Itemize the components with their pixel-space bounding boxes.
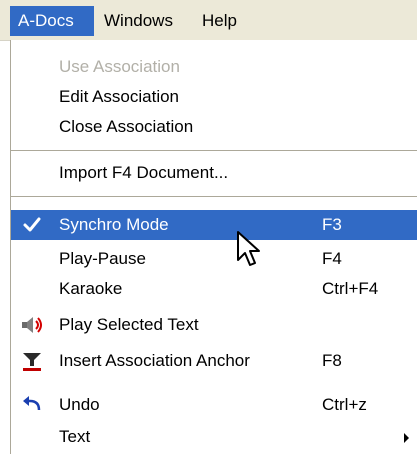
menu-item-insert-association-anchor[interactable]: Insert Association Anchor F8 — [11, 346, 417, 376]
menu-item-play-pause[interactable]: Play-Pause F4 — [11, 244, 417, 274]
menu-a-docs[interactable]: A-Docs — [10, 6, 94, 36]
menu-item-label: Play Selected Text — [59, 315, 199, 334]
menu-item-shortcut: F8 — [322, 351, 342, 370]
menu-item-label: Edit Association — [59, 87, 180, 106]
menu-help[interactable]: Help — [194, 6, 250, 36]
menu-item-label: Close Association — [59, 117, 194, 136]
menu-bar: A-Docs Windows Help — [0, 0, 417, 41]
menu-item-label: Use Association — [59, 57, 180, 76]
menu-item-import-f4-document[interactable]: Import F4 Document... — [11, 158, 417, 188]
menu-item-shortcut: Ctrl+z — [322, 395, 367, 414]
menu-item-label: Play-Pause — [59, 249, 146, 268]
menu-windows[interactable]: Windows — [96, 6, 184, 36]
menu-item-label: Insert Association Anchor — [59, 351, 250, 370]
menu-item-label: Synchro Mode — [59, 215, 169, 234]
mouse-pointer-icon — [237, 231, 260, 266]
menu-item-close-association[interactable]: Close Association — [11, 112, 417, 142]
menu-item-synchro-mode[interactable]: Synchro Mode F3 — [11, 210, 417, 240]
speaker-icon — [22, 317, 42, 333]
menu-item-shortcut: Ctrl+F4 — [322, 279, 379, 298]
menu-item-shortcut: F3 — [322, 215, 342, 234]
menu-item-edit-association[interactable]: Edit Association — [11, 82, 417, 112]
menu-item-text[interactable]: Text — [11, 422, 417, 452]
submenu-arrow-icon — [404, 433, 409, 443]
menu-item-play-selected-text[interactable]: Play Selected Text — [11, 310, 417, 340]
a-docs-dropdown-menu: Use Association Edit Association Close A… — [10, 40, 417, 454]
menu-item-label: Undo — [59, 395, 100, 414]
undo-icon — [23, 396, 41, 411]
menu-separator — [11, 196, 417, 197]
menu-item-karaoke[interactable]: Karaoke Ctrl+F4 — [11, 274, 417, 304]
menu-item-label: Karaoke — [59, 279, 123, 298]
menu-item-shortcut: F4 — [322, 249, 342, 268]
anchor-icon — [23, 353, 41, 371]
menu-item-label: Import F4 Document... — [59, 163, 229, 182]
menu-item-label: Text — [59, 427, 91, 446]
menu-item-use-association: Use Association — [11, 52, 417, 82]
check-icon — [23, 217, 41, 232]
menu-item-undo[interactable]: Undo Ctrl+z — [11, 390, 417, 420]
menu-separator — [11, 150, 417, 151]
